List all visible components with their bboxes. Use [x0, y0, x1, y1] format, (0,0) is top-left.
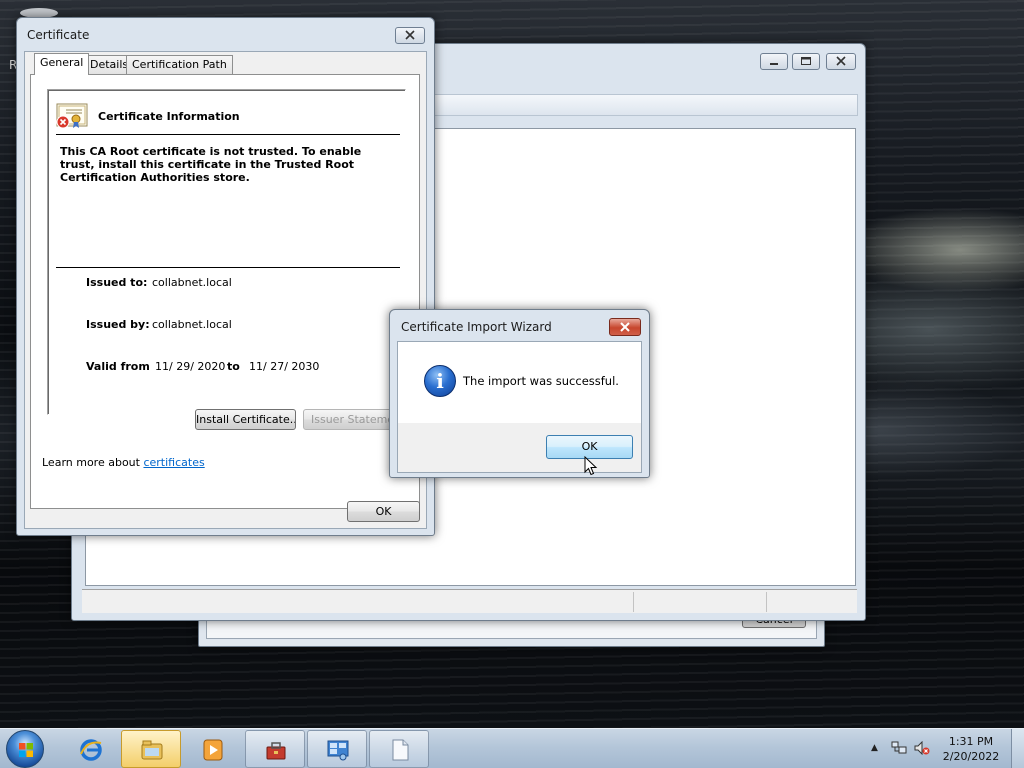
maximize-icon [801, 57, 811, 65]
taskbar-media-player[interactable] [182, 730, 242, 768]
close-icon [405, 30, 415, 40]
maximize-button[interactable] [792, 53, 820, 70]
tab-general[interactable]: General [34, 53, 90, 75]
info-heading: Certificate Information [98, 110, 240, 123]
clock-date: 2/20/2022 [942, 750, 1000, 763]
mouse-cursor-icon [584, 456, 598, 476]
windows-explorer-icon [141, 740, 163, 760]
document-icon [392, 739, 409, 761]
learn-more-text: Learn more about certificates [42, 456, 205, 469]
dialog-title: Certificate Import Wizard [401, 320, 552, 334]
internet-explorer-icon [80, 739, 102, 761]
show-hidden-icons-icon[interactable]: ▲ [871, 743, 878, 753]
windows-logo-icon [19, 743, 33, 757]
trust-message: This CA Root certificate is not trusted.… [60, 145, 362, 184]
show-desktop-button[interactable] [1011, 729, 1024, 768]
close-icon [836, 56, 846, 66]
taskbar: ▲ 1:31 PM 2/20/2022 [0, 728, 1024, 768]
minimize-icon [770, 63, 778, 65]
system-tray: ▲ 1:31 PM 2/20/2022 [866, 729, 1024, 768]
certificate-ok-button[interactable]: OK [347, 501, 420, 522]
valid-to-value: 11/ 27/ 2030 [249, 360, 320, 373]
control-panel-icon [327, 740, 349, 761]
close-icon [620, 322, 630, 332]
dialog-title: Certificate [27, 28, 90, 42]
valid-to-label: to [227, 360, 240, 373]
status-bar [82, 589, 857, 613]
taskbar-control-panel[interactable] [307, 730, 367, 768]
valid-from-label: Valid from [86, 360, 150, 373]
taskbar-windows-explorer[interactable] [121, 730, 181, 768]
toolbox-icon [266, 742, 286, 760]
certificates-link[interactable]: certificates [143, 456, 204, 469]
install-certificate-button[interactable]: Install Certificate... [195, 409, 296, 430]
certificate-error-icon [56, 103, 88, 129]
info-icon: i [424, 365, 456, 397]
minimize-button[interactable] [760, 53, 788, 70]
issued-to-label: Issued to: [86, 276, 148, 289]
network-icon[interactable] [891, 741, 907, 755]
certificate-info-box: Certificate Information This CA Root cer… [47, 89, 406, 415]
clock-time: 1:31 PM [948, 735, 994, 748]
message-text: The import was successful. [463, 374, 619, 388]
volume-muted-icon[interactable] [914, 741, 930, 755]
valid-from-value: 11/ 29/ 2020 [155, 360, 226, 373]
general-tab-panel: Certificate Information This CA Root cer… [30, 74, 420, 509]
issued-by-label: Issued by: [86, 318, 150, 331]
issued-to-value: collabnet.local [152, 276, 232, 289]
media-player-icon [203, 739, 223, 761]
issuer-statement-button[interactable]: Issuer Statement [303, 409, 393, 430]
close-button[interactable] [609, 318, 641, 336]
taskbar-certificate-manager[interactable] [245, 730, 305, 768]
start-button[interactable] [6, 730, 44, 768]
close-button[interactable] [395, 27, 425, 44]
taskbar-document[interactable] [369, 730, 429, 768]
taskbar-clock[interactable]: 1:31 PM 2/20/2022 [940, 734, 1002, 764]
issued-by-value: collabnet.local [152, 318, 232, 331]
taskbar-internet-explorer[interactable] [60, 730, 120, 768]
tab-certification-path[interactable]: Certification Path [126, 55, 233, 74]
close-button[interactable] [826, 53, 856, 70]
